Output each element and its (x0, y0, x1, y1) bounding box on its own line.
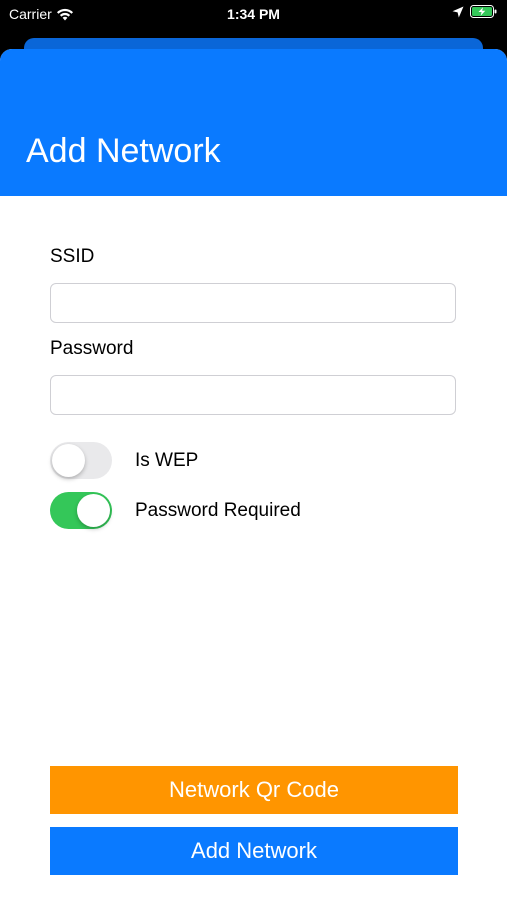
status-right (452, 5, 497, 18)
status-time: 1:34 PM (227, 6, 280, 22)
password-required-row: Password Required (50, 492, 301, 529)
add-network-button[interactable]: Add Network (50, 827, 458, 875)
location-icon (452, 6, 464, 18)
modal-sheet: Add Network SSID Password Is WEP Passwor… (0, 49, 507, 900)
is-wep-label: Is WEP (135, 449, 199, 471)
toggle-knob (77, 494, 110, 527)
page-title: Add Network (26, 132, 221, 170)
password-required-toggle[interactable] (50, 492, 112, 529)
ssid-label: SSID (50, 246, 95, 267)
password-required-label: Password Required (135, 499, 301, 521)
ssid-input[interactable] (50, 283, 456, 323)
is-wep-toggle[interactable] (50, 442, 112, 479)
nav-header: Add Network (0, 49, 507, 196)
is-wep-row: Is WEP (50, 442, 198, 479)
password-label: Password (50, 338, 134, 359)
status-bar: Carrier 1:34 PM (0, 0, 507, 30)
password-input[interactable] (50, 375, 456, 415)
battery-charging-icon (470, 5, 497, 18)
network-qr-code-button[interactable]: Network Qr Code (50, 766, 458, 814)
toggle-knob (52, 444, 85, 477)
